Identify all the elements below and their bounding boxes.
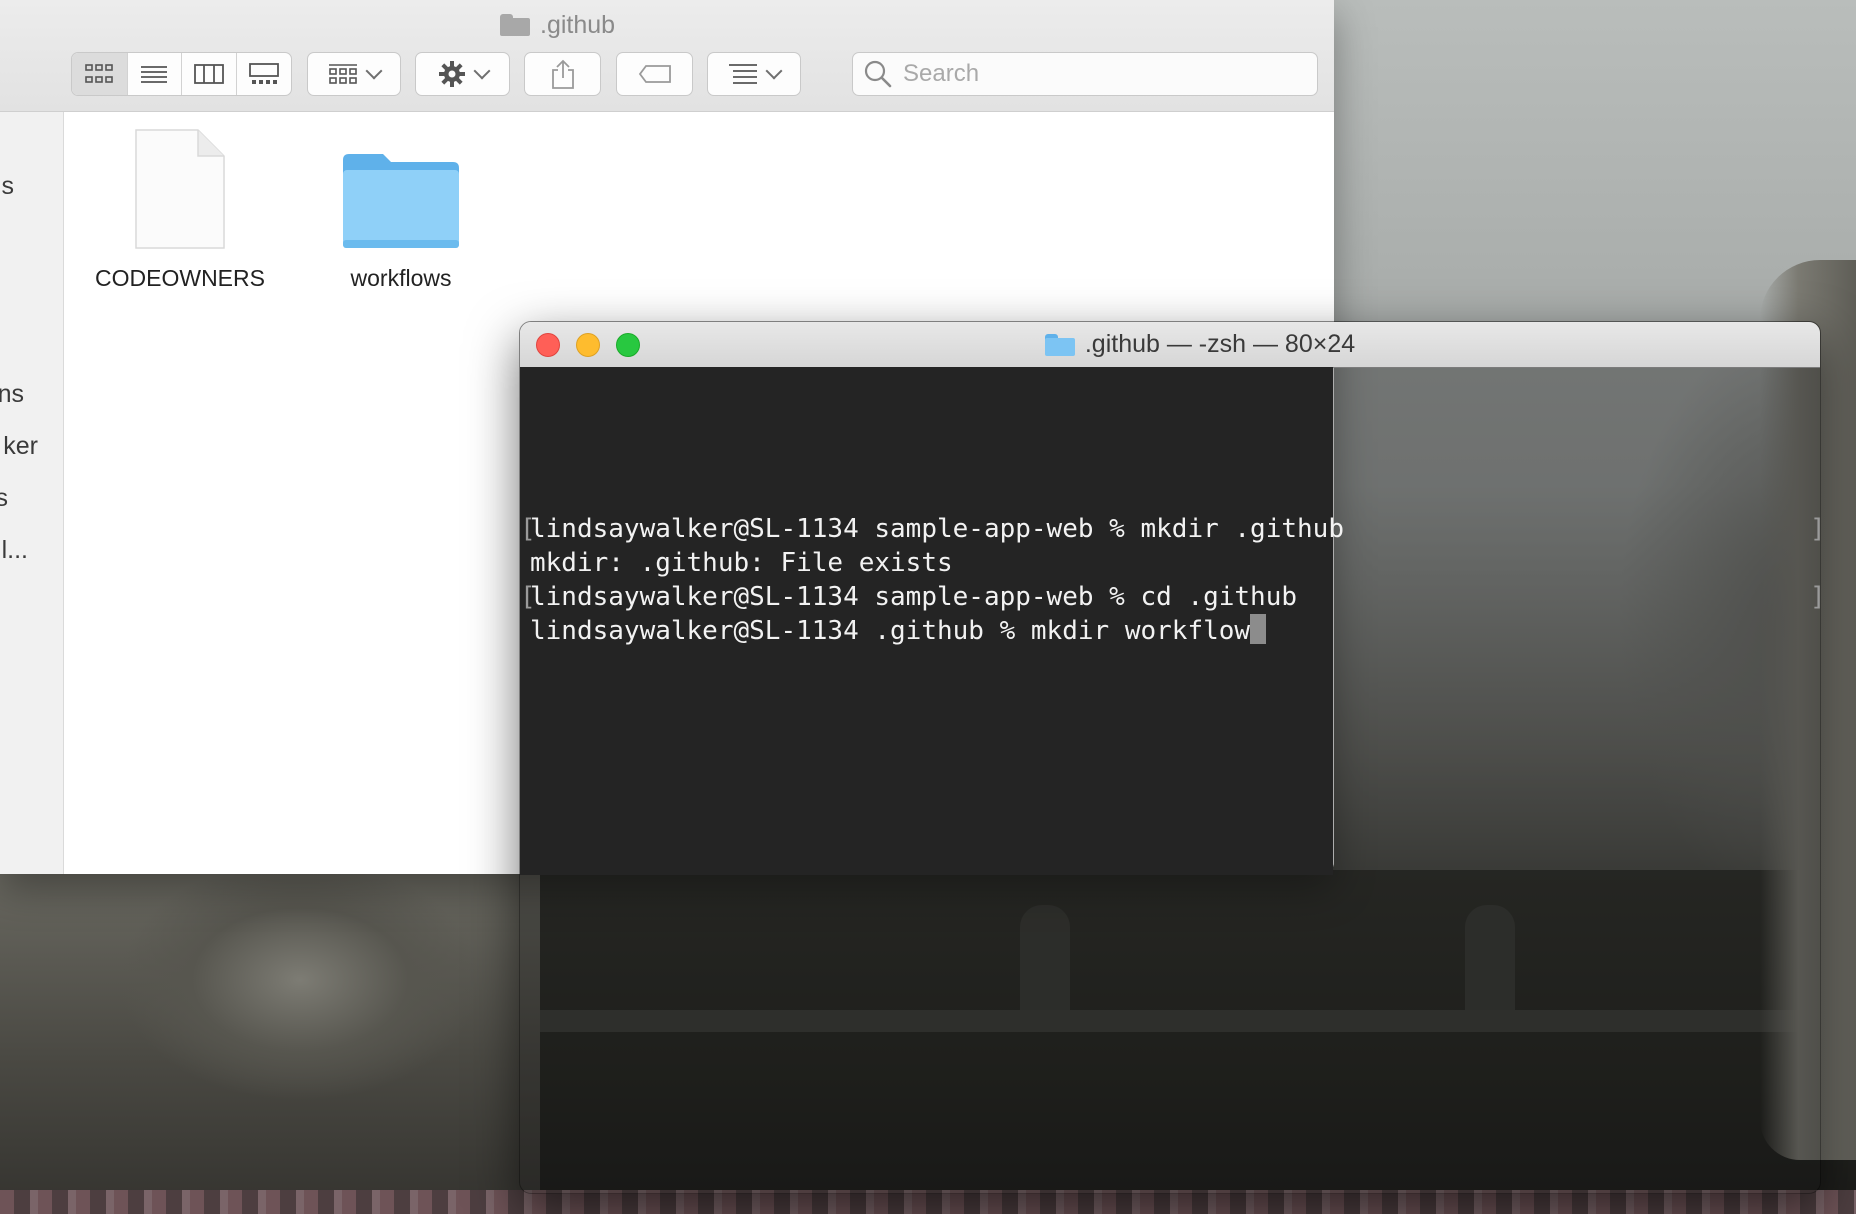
search-icon [864, 60, 892, 88]
terminal-line: [lindsaywalker@SL-1134 sample-app-web % … [520, 512, 1820, 546]
text-cursor [1250, 614, 1267, 644]
finder-title-text: .github [540, 10, 616, 39]
document-icon [135, 129, 225, 249]
folder-icon [500, 14, 530, 36]
file-item-codeowners[interactable]: CODEOWNERS [85, 128, 275, 292]
terminal-titlebar[interactable]: .github — -zsh — 80×24 [520, 322, 1820, 368]
list-view-button[interactable] [128, 53, 182, 95]
icon-view-button[interactable] [72, 53, 128, 95]
terminal-lines: [lindsaywalker@SL-1134 sample-app-web % … [520, 512, 1820, 648]
share-icon [551, 59, 574, 89]
arrange-icon [729, 64, 757, 84]
gear-icon [438, 61, 465, 87]
file-name: workflows [350, 265, 452, 291]
column-view-button[interactable] [182, 53, 237, 95]
line-mark-right: ] [1810, 580, 1820, 614]
file-item-workflows[interactable]: workflows [306, 128, 496, 292]
chevron-down-icon [365, 62, 383, 80]
folder-icon [343, 154, 459, 248]
wallpaper-statue [0, 860, 540, 1214]
group-by-button[interactable] [307, 52, 401, 96]
gallery-view-icon [248, 63, 279, 84]
line-mark-left: [ [520, 514, 536, 544]
terminal-line: [lindsaywalker@SL-1134 sample-app-web % … [520, 580, 1820, 614]
arrange-button[interactable] [707, 52, 801, 96]
line-mark-right: ] [1810, 512, 1820, 546]
terminal-background-translucent [520, 875, 1333, 1193]
chevron-down-icon [765, 62, 783, 80]
finder-sidebar: s ns ker s l... [0, 112, 64, 874]
search-field[interactable] [852, 52, 1318, 96]
terminal-window[interactable]: .github — -zsh — 80×24 [lindsaywalker@SL… [519, 321, 1821, 1194]
folder-icon [1044, 333, 1075, 356]
share-button[interactable] [524, 52, 601, 96]
group-icon [329, 64, 357, 84]
search-input[interactable] [901, 59, 1285, 89]
chevron-down-icon [473, 62, 490, 80]
list-view-icon [141, 66, 168, 83]
finder-toolbar: .github [0, 0, 1334, 112]
terminal-output[interactable]: [lindsaywalker@SL-1134 sample-app-web % … [520, 367, 1820, 1193]
column-view-icon [193, 64, 224, 84]
view-mode-control [71, 52, 292, 96]
tag-icon [638, 65, 671, 83]
terminal-prompt-line[interactable]: lindsaywalker@SL-1134 .github % mkdir wo… [530, 614, 1344, 648]
terminal-background-translucent [1333, 367, 1820, 1193]
finder-title: .github [500, 8, 615, 42]
line-mark-left: [ [520, 582, 536, 612]
file-name: CODEOWNERS [95, 265, 265, 291]
action-button[interactable] [415, 52, 510, 96]
terminal-title-text: .github — -zsh — 80×24 [1084, 330, 1356, 358]
terminal-title: .github — -zsh — 80×24 [520, 322, 1820, 367]
icon-view-icon [85, 64, 114, 83]
tags-button[interactable] [616, 52, 693, 96]
terminal-line: mkdir: .github: File exists [530, 548, 953, 578]
gallery-view-button[interactable] [237, 53, 292, 95]
